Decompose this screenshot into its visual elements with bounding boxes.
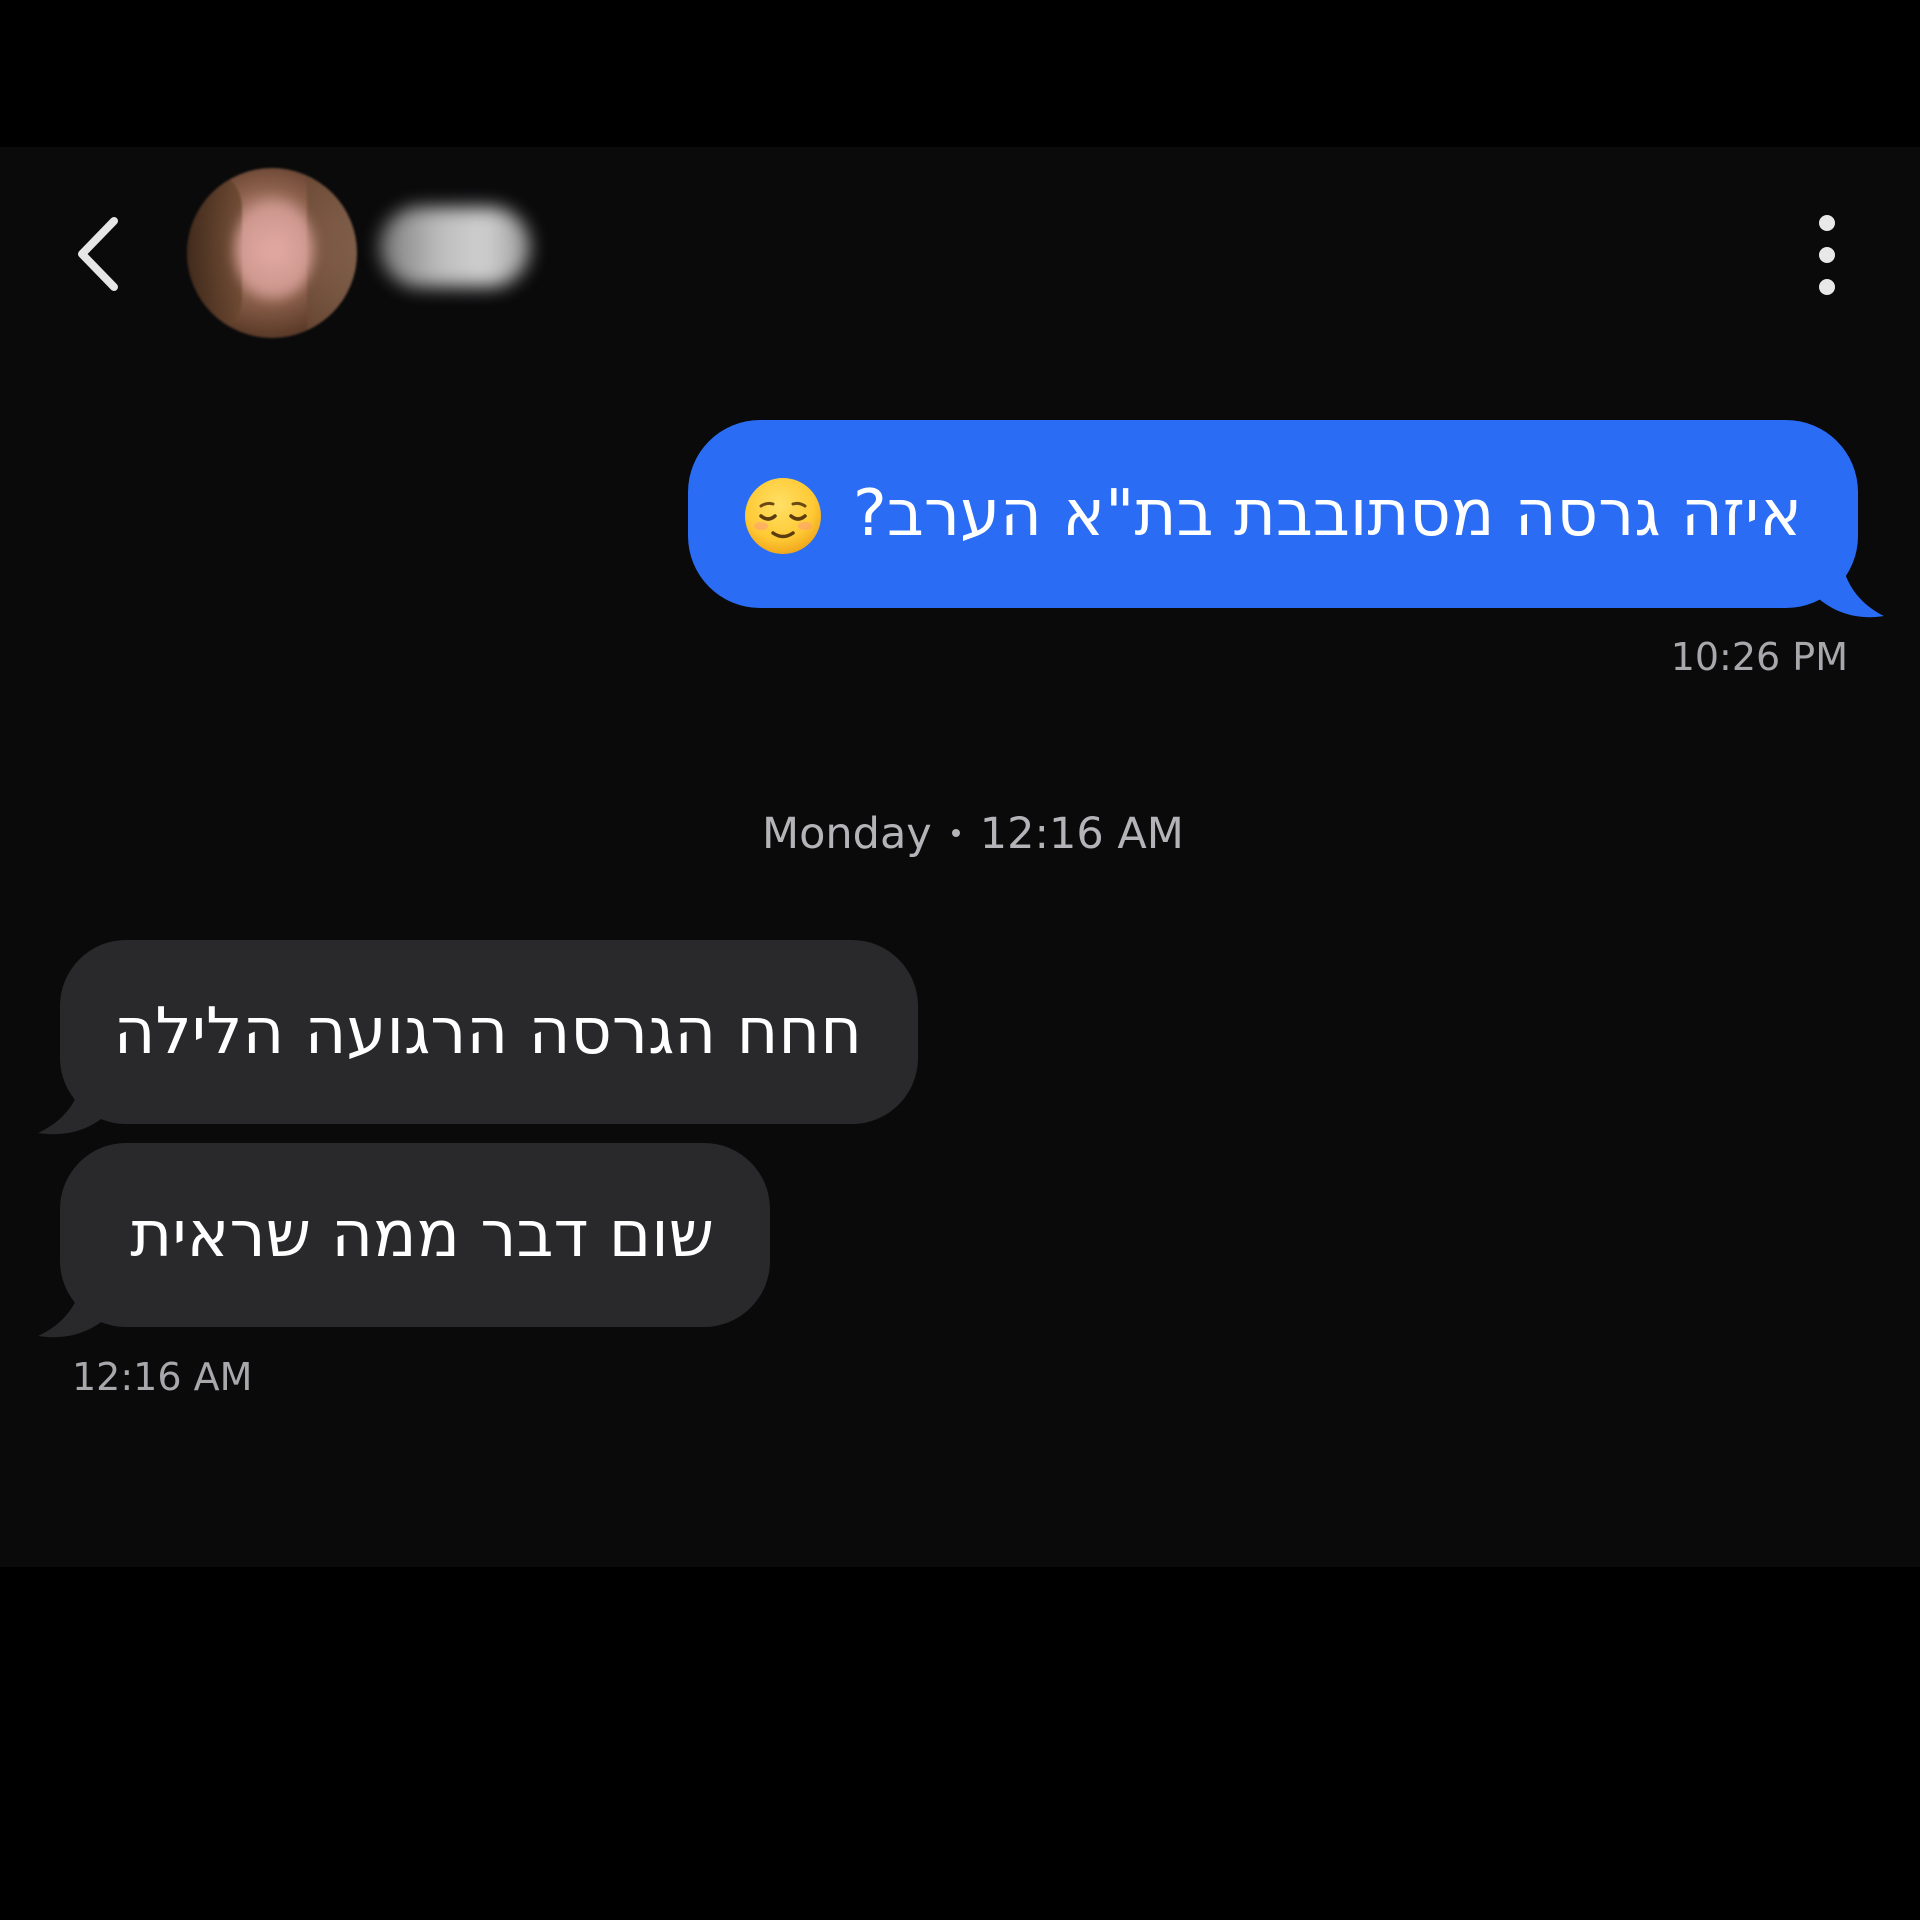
outgoing-message-bubble[interactable]: איזה גרסה מסתובבת בת"א הערב?: [688, 420, 1858, 608]
contact-avatar[interactable]: [187, 168, 357, 338]
contact-name-blurred[interactable]: [380, 207, 530, 287]
separator-dot: [951, 828, 960, 837]
day-separator-time: 12:16 AM: [979, 809, 1184, 859]
incoming-message-bubble[interactable]: שום דבר ממה שראית: [60, 1143, 770, 1327]
day-separator-day: Monday: [762, 809, 932, 859]
incoming-message-text: שום דבר ממה שראית: [130, 1198, 714, 1272]
relieved-face-emoji-icon: [744, 478, 821, 554]
more-options-button[interactable]: [1800, 215, 1854, 295]
incoming-message-bubble[interactable]: חחח הגרסה הרגועה הלילה: [60, 940, 918, 1124]
incoming-message-text: חחח הגרסה הרגועה הלילה: [113, 995, 862, 1069]
outgoing-message-time: 10:26 PM: [1670, 635, 1848, 679]
outgoing-message-text: איזה גרסה מסתובבת בת"א הערב?: [852, 477, 1802, 551]
back-button[interactable]: [62, 209, 132, 299]
day-separator: Monday 12:16 AM: [762, 809, 1184, 859]
incoming-message-time: 12:16 AM: [72, 1355, 253, 1399]
conversation-screen: איזה גרסה מסתובבת בת"א הערב? 10:26 PM Mo…: [0, 147, 1920, 1567]
chevron-left-icon: [78, 217, 118, 291]
